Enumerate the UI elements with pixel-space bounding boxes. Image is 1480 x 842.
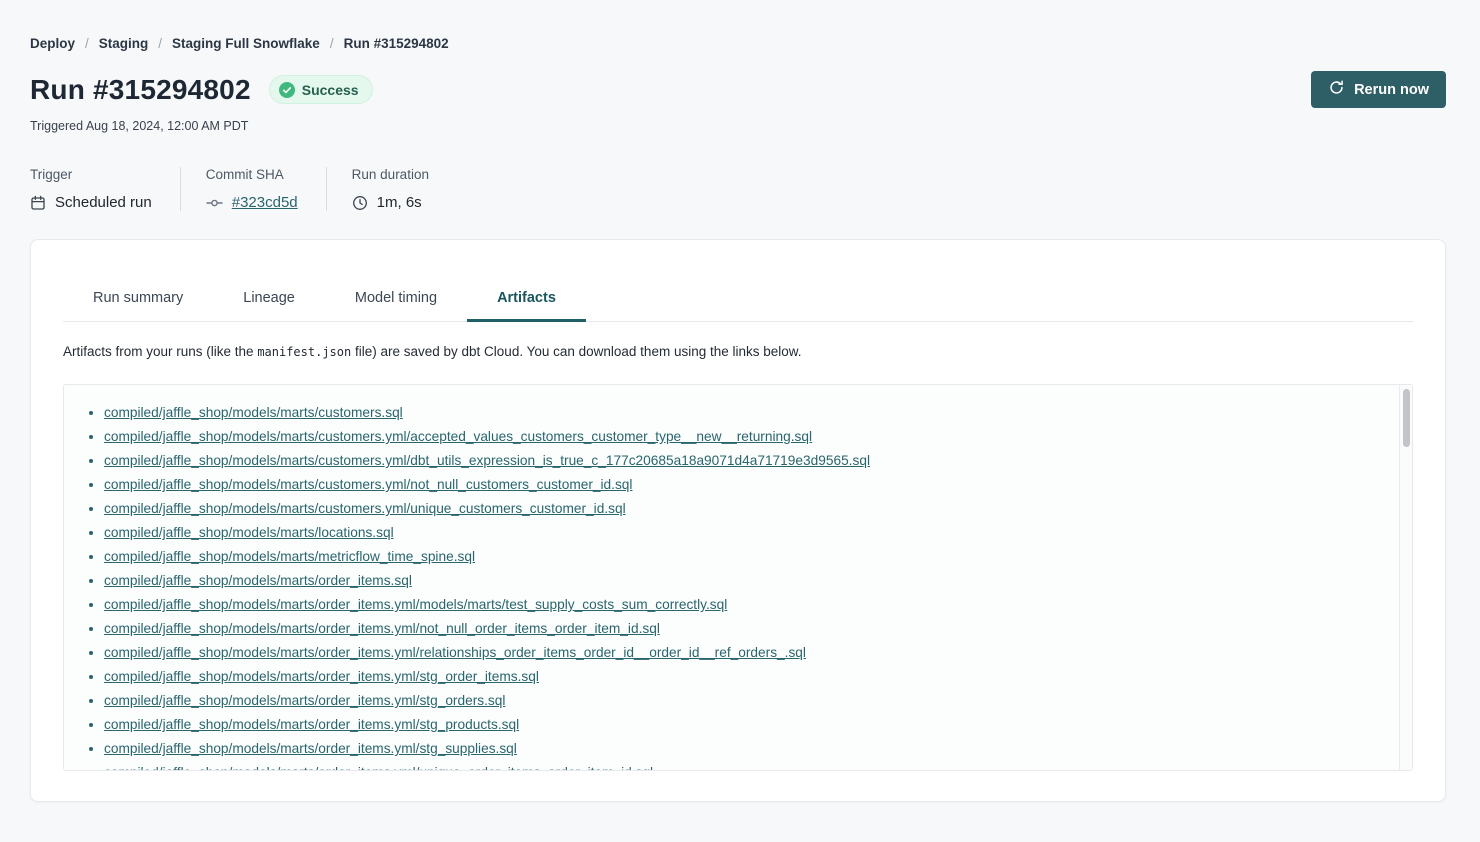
breadcrumb-deploy[interactable]: Deploy [30,36,75,51]
artifact-file-link[interactable]: compiled/jaffle_shop/models/marts/order_… [104,669,539,684]
status-badge: Success [269,75,373,104]
check-circle-icon [279,82,295,98]
page-title: Run #315294802 [30,74,251,106]
rerun-now-button[interactable]: Rerun now [1311,71,1446,108]
list-item: compiled/jaffle_shop/models/marts/order_… [104,689,1388,713]
list-item: compiled/jaffle_shop/models/marts/order_… [104,665,1388,689]
breadcrumb-separator: / [330,36,334,51]
artifact-file-link[interactable]: compiled/jaffle_shop/models/marts/order_… [104,765,653,771]
calendar-icon [30,195,46,211]
list-item: compiled/jaffle_shop/models/marts/metric… [104,545,1388,569]
list-item: compiled/jaffle_shop/models/marts/custom… [104,473,1388,497]
header: Run #315294802 Success Rerun now [30,71,1446,108]
list-item: compiled/jaffle_shop/models/marts/order_… [104,713,1388,737]
meta-duration-value: 1m, 6s [377,194,422,211]
artifact-file-link[interactable]: compiled/jaffle_shop/models/marts/custom… [104,453,870,468]
list-item: compiled/jaffle_shop/models/marts/order_… [104,737,1388,761]
git-commit-icon [206,195,223,211]
rerun-now-label: Rerun now [1354,82,1429,98]
tab-run-summary[interactable]: Run summary [63,282,213,321]
tab-model-timing[interactable]: Model timing [325,282,467,321]
list-item: compiled/jaffle_shop/models/marts/order_… [104,593,1388,617]
triggered-timestamp: Triggered Aug 18, 2024, 12:00 AM PDT [30,119,1446,133]
meta-duration-label: Run duration [352,167,429,182]
list-item: compiled/jaffle_shop/models/marts/custom… [104,401,1388,425]
breadcrumb-current-run: Run #315294802 [344,36,449,51]
artifact-file-link[interactable]: compiled/jaffle_shop/models/marts/custom… [104,501,626,516]
tab-artifacts[interactable]: Artifacts [467,282,586,321]
meta-duration: Run duration 1m, 6s [326,167,457,211]
artifact-file-link[interactable]: compiled/jaffle_shop/models/marts/order_… [104,597,727,612]
list-item: compiled/jaffle_shop/models/marts/custom… [104,497,1388,521]
status-badge-label: Success [302,82,359,98]
breadcrumb-job[interactable]: Staging Full Snowflake [172,36,320,51]
scrollbar-track[interactable] [1399,385,1412,770]
run-meta: Trigger Scheduled run Commit SHA [30,167,1446,211]
meta-commit-label: Commit SHA [206,167,298,182]
run-detail-page: Deploy / Staging / Staging Full Snowflak… [0,0,1480,802]
artifacts-description: Artifacts from your runs (like the manif… [63,344,1413,359]
artifact-file-link[interactable]: compiled/jaffle_shop/models/marts/order_… [104,573,412,588]
artifact-file-link[interactable]: compiled/jaffle_shop/models/marts/order_… [104,693,505,708]
artifact-file-link[interactable]: compiled/jaffle_shop/models/marts/order_… [104,621,660,636]
artifacts-description-suffix: file) are saved by dbt Cloud. You can do… [351,344,801,359]
scrollbar-thumb[interactable] [1403,389,1410,447]
artifact-file-link[interactable]: compiled/jaffle_shop/models/marts/custom… [104,429,812,444]
breadcrumb-staging[interactable]: Staging [99,36,149,51]
artifact-file-list: compiled/jaffle_shop/models/marts/custom… [64,385,1412,771]
list-item: compiled/jaffle_shop/models/marts/locati… [104,521,1388,545]
refresh-icon [1328,79,1345,100]
meta-trigger-value: Scheduled run [55,194,152,211]
meta-commit: Commit SHA #323cd5d [180,167,326,211]
list-item: compiled/jaffle_shop/models/marts/order_… [104,617,1388,641]
list-item: compiled/jaffle_shop/models/marts/custom… [104,449,1388,473]
breadcrumb-separator: / [85,36,89,51]
artifact-file-list-container: compiled/jaffle_shop/models/marts/custom… [63,384,1413,771]
artifact-file-link[interactable]: compiled/jaffle_shop/models/marts/custom… [104,405,403,420]
artifact-file-link[interactable]: compiled/jaffle_shop/models/marts/custom… [104,477,632,492]
artifacts-description-prefix: Artifacts from your runs (like the [63,344,257,359]
artifact-file-link[interactable]: compiled/jaffle_shop/models/marts/locati… [104,525,394,540]
meta-trigger: Trigger Scheduled run [30,167,180,211]
list-item: compiled/jaffle_shop/models/marts/order_… [104,761,1388,771]
commit-sha-link[interactable]: #323cd5d [232,194,298,211]
list-item: compiled/jaffle_shop/models/marts/custom… [104,425,1388,449]
artifact-file-link[interactable]: compiled/jaffle_shop/models/marts/metric… [104,549,475,564]
artifact-file-link[interactable]: compiled/jaffle_shop/models/marts/order_… [104,717,519,732]
meta-trigger-label: Trigger [30,167,152,182]
tab-lineage[interactable]: Lineage [213,282,325,321]
run-detail-card: Run summary Lineage Model timing Artifac… [30,239,1446,802]
list-item: compiled/jaffle_shop/models/marts/order_… [104,641,1388,665]
artifact-file-link[interactable]: compiled/jaffle_shop/models/marts/order_… [104,741,517,756]
list-item: compiled/jaffle_shop/models/marts/order_… [104,569,1388,593]
manifest-json-filename: manifest.json [257,345,351,359]
clock-icon [352,195,368,211]
tab-bar: Run summary Lineage Model timing Artifac… [63,240,1413,322]
breadcrumb: Deploy / Staging / Staging Full Snowflak… [30,36,1446,51]
artifact-file-link[interactable]: compiled/jaffle_shop/models/marts/order_… [104,645,806,660]
breadcrumb-separator: / [158,36,162,51]
